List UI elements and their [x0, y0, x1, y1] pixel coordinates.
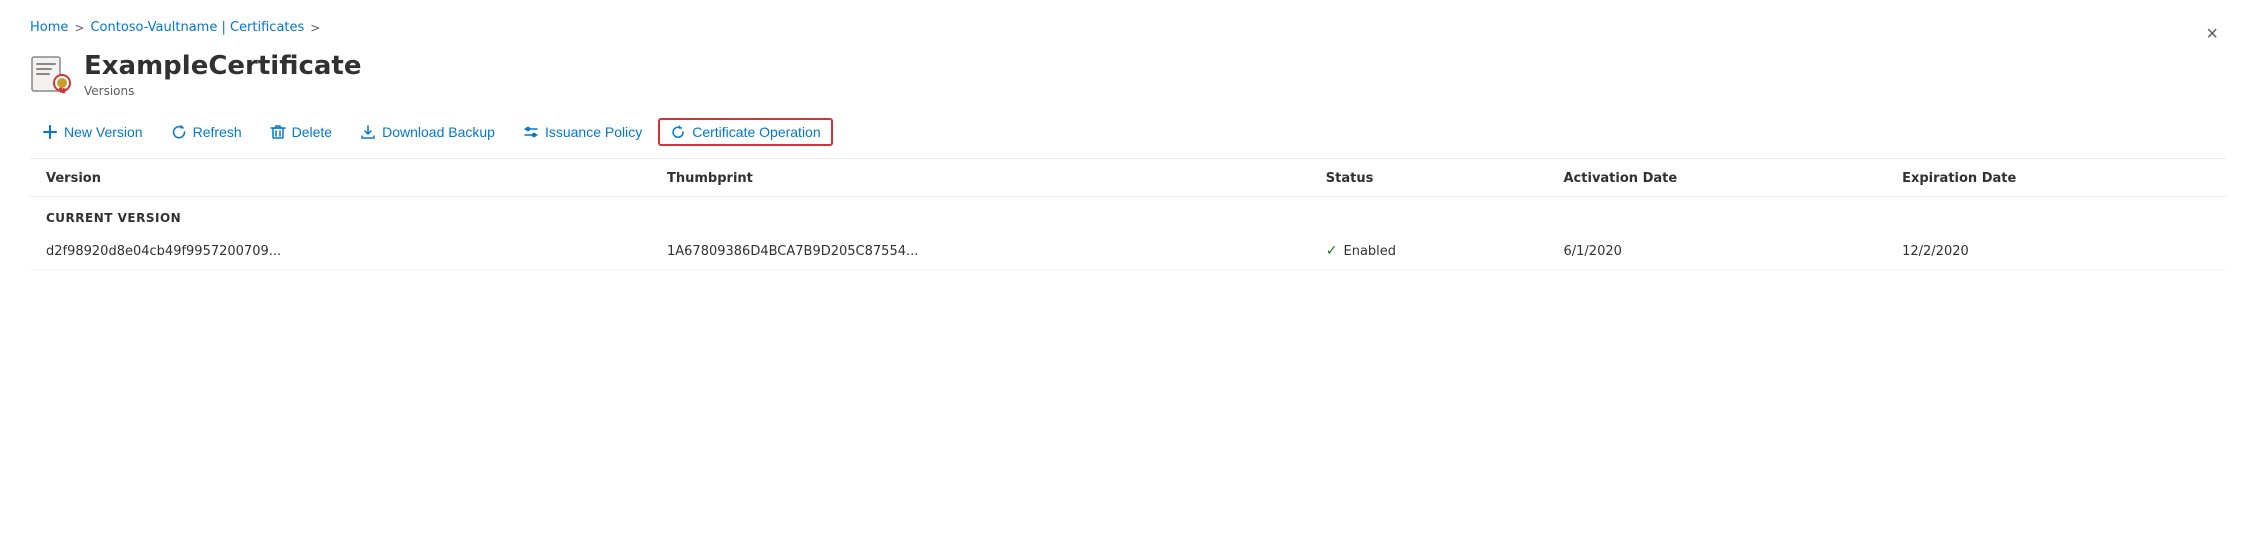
col-thumbprint: Thumbprint [651, 159, 1310, 197]
cell-expiration-date: 12/2/2020 [1886, 233, 2226, 270]
breadcrumb-sep-1: > [74, 21, 84, 35]
download-backup-button[interactable]: Download Backup [348, 118, 507, 146]
section-header-row: CURRENT VERSION [30, 197, 2226, 234]
trash-icon [270, 124, 286, 140]
header-text: ExampleCertificate Versions [84, 51, 362, 98]
table-header-row: Version Thumbprint Status Activation Dat… [30, 159, 2226, 197]
status-cell: ✓ Enabled [1326, 243, 1532, 259]
new-version-button[interactable]: New Version [30, 118, 155, 146]
check-icon: ✓ [1326, 243, 1338, 259]
cell-status: ✓ Enabled [1310, 233, 1548, 270]
close-icon: × [2206, 23, 2218, 45]
breadcrumb: Home > Contoso-Vaultname | Certificates … [30, 20, 2226, 35]
certificate-icon [30, 53, 72, 95]
breadcrumb-sep-2: > [310, 21, 320, 35]
refresh-button[interactable]: Refresh [159, 118, 254, 146]
issuance-policy-label: Issuance Policy [545, 124, 642, 140]
table-row: d2f98920d8e04cb49f9957200709... 1A678093… [30, 233, 2226, 270]
col-status: Status [1310, 159, 1548, 197]
versions-table-container: Version Thumbprint Status Activation Dat… [30, 159, 2226, 270]
page-subtitle: Versions [84, 84, 362, 98]
cell-thumbprint: 1A67809386D4BCA7B9D205C87554... [651, 233, 1310, 270]
refresh-icon [171, 124, 187, 140]
certificate-operation-button[interactable]: Certificate Operation [658, 118, 832, 146]
refresh-label: Refresh [193, 124, 242, 140]
delete-button[interactable]: Delete [258, 118, 344, 146]
versions-table: Version Thumbprint Status Activation Dat… [30, 159, 2226, 270]
settings-icon [523, 124, 539, 140]
page-title: ExampleCertificate [84, 51, 362, 82]
breadcrumb-vault[interactable]: Contoso-Vaultname | Certificates [90, 20, 304, 35]
col-expiration-date: Expiration Date [1886, 159, 2226, 197]
close-button[interactable]: × [2198, 20, 2226, 48]
sync-icon [670, 124, 686, 140]
issuance-policy-button[interactable]: Issuance Policy [511, 118, 654, 146]
new-version-label: New Version [64, 124, 143, 140]
toolbar: New Version Refresh Delete [30, 118, 2226, 159]
section-header-label: CURRENT VERSION [30, 197, 2226, 234]
certificate-operation-label: Certificate Operation [692, 124, 820, 140]
page-header: ExampleCertificate Versions [30, 51, 2226, 98]
page-container: Home > Contoso-Vaultname | Certificates … [0, 0, 2256, 553]
breadcrumb-home[interactable]: Home [30, 20, 68, 35]
cell-activation-date: 6/1/2020 [1548, 233, 1887, 270]
download-backup-label: Download Backup [382, 124, 495, 140]
col-version: Version [30, 159, 651, 197]
cell-version: d2f98920d8e04cb49f9957200709... [30, 233, 651, 270]
status-text: Enabled [1343, 244, 1396, 259]
col-activation-date: Activation Date [1548, 159, 1887, 197]
plus-icon [42, 124, 58, 140]
download-icon [360, 124, 376, 140]
delete-label: Delete [292, 124, 332, 140]
